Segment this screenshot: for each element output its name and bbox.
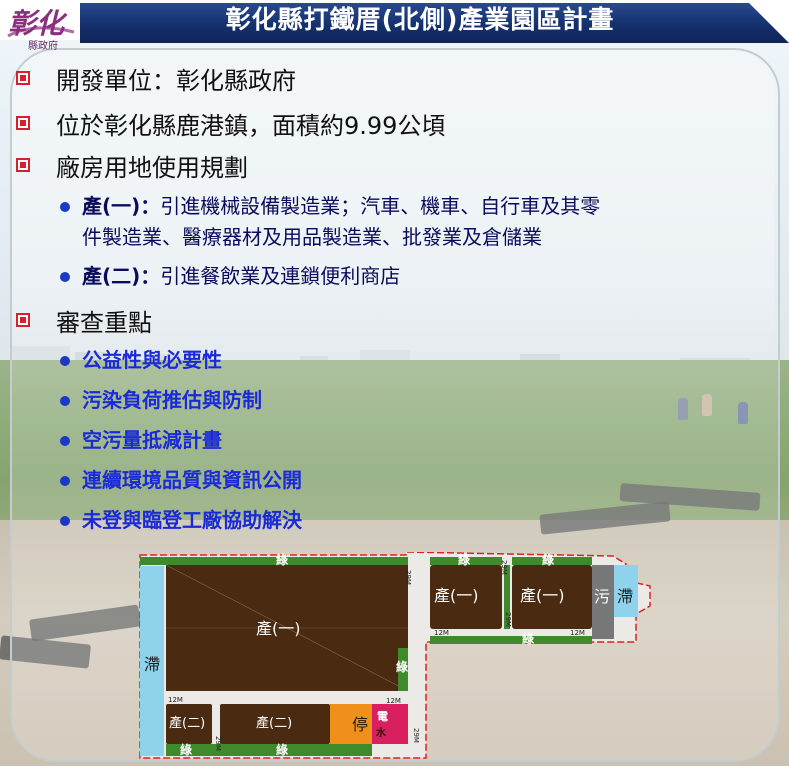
bullet-text: 位於彰化縣鹿港鎮，面積約9.99公頃 xyxy=(56,111,446,140)
map-zone-parking: 停 xyxy=(352,715,369,734)
bullet-text: 廠房用地使用規劃 xyxy=(56,153,248,182)
bullet-text: 審查重點 xyxy=(56,308,152,337)
map-zone-utility-top: 電 xyxy=(377,710,388,723)
zone-industry-1: 產(一)：引進機械設備製造業；汽車、機車、自行車及其零 件製造業、醫療器材及用品… xyxy=(60,191,760,253)
map-zone-detention-left: 滯 xyxy=(144,655,161,674)
sub-bullet-icon xyxy=(60,396,70,406)
zone-text: 產(二)：引進餐飲業及連鎖便利商店 xyxy=(82,261,400,292)
map-zone-industry-1-b: 產(一) xyxy=(520,586,565,605)
review-point: 公益性與必要性 xyxy=(60,345,560,376)
map-zone-industry-2-b: 產(二) xyxy=(256,716,293,731)
bullet-land-use: 廠房用地使用規劃 xyxy=(14,148,248,182)
county-logo: 彰化 縣政府 xyxy=(6,4,78,52)
review-point-text: 空污量抵減計畫 xyxy=(82,428,222,452)
land-use-map: 產(一) 產(一) 產(一) 產(二) 產(二) 停 電 水 污 滯 滯 綠 綠… xyxy=(138,552,658,760)
road-width-label: 29M xyxy=(214,736,222,751)
logo-subtitle: 縣政府 xyxy=(28,41,58,52)
zone-label: 產(一)： xyxy=(82,194,161,218)
title-bar-corner xyxy=(749,3,789,43)
review-point: 空污量抵減計畫 xyxy=(60,425,560,456)
map-zone-sewage: 污 xyxy=(594,587,611,606)
map-green-strip: 綠 xyxy=(276,743,289,757)
road-width-label: 29M xyxy=(404,570,412,585)
bullet-developer: 開發單位：彰化縣政府 xyxy=(14,61,296,95)
sub-bullet-icon xyxy=(60,356,70,366)
map-zone-utility-water: 水 xyxy=(376,728,386,739)
review-point-text: 污染負荷推估與防制 xyxy=(82,388,262,412)
zone-industry-2: 產(二)：引進餐飲業及連鎖便利商店 xyxy=(60,261,760,292)
road-width-label: 29M xyxy=(500,560,508,575)
review-point: 污染負荷推估與防制 xyxy=(60,385,560,416)
sub-bullet-icon xyxy=(60,516,70,526)
bullet-marker-icon xyxy=(16,71,30,85)
road-width-label: 29M xyxy=(504,612,512,627)
slide: 彰化縣打鐵厝(北側)產業園區計畫 彰化 縣政府 開發單位：彰化縣政府 位於彰化縣… xyxy=(0,0,789,766)
sub-bullet-icon xyxy=(60,436,70,446)
review-point: 連續環境品質與資訊公開 xyxy=(60,465,560,496)
map-zone-detention-right: 滯 xyxy=(617,587,634,606)
map-green-strip: 綠 xyxy=(542,553,555,567)
bullet-location: 位於彰化縣鹿港鎮，面積約9.99公頃 xyxy=(14,106,445,140)
land-use-map-drawing xyxy=(139,552,651,759)
map-green-strip: 綠 xyxy=(522,632,535,646)
map-green-strip: 綠 xyxy=(396,660,409,674)
sub-bullet-icon xyxy=(60,272,70,282)
zone-description-line2: 件製造業、醫療器材及用品製造業、批發業及倉儲業 xyxy=(82,225,542,249)
map-green-strip: 綠 xyxy=(458,553,471,567)
map-zone-industry-1-a: 產(一) xyxy=(434,586,479,605)
zone-text: 產(一)：引進機械設備製造業；汽車、機車、自行車及其零 xyxy=(82,191,600,222)
map-green-strip: 綠 xyxy=(180,743,193,757)
bullet-marker-icon xyxy=(16,158,30,172)
bullet-marker-icon xyxy=(16,313,30,327)
sub-bullet-icon xyxy=(60,476,70,486)
map-zone-industry-2-a: 產(二) xyxy=(169,716,206,731)
zone-description-line1: 引進機械設備製造業；汽車、機車、自行車及其零 xyxy=(160,194,601,218)
page-title: 彰化縣打鐵厝(北側)產業園區計畫 xyxy=(225,5,615,34)
review-point-text: 公益性與必要性 xyxy=(82,348,222,372)
zone-description: 引進餐飲業及連鎖便利商店 xyxy=(160,264,401,288)
road-width-label: 12M xyxy=(168,696,183,704)
zone-label: 產(二)： xyxy=(82,264,161,288)
map-green-strip: 綠 xyxy=(276,553,289,567)
review-point-text: 未登與臨登工廠協助解決 xyxy=(82,508,302,532)
road-width-label: 12M xyxy=(434,629,449,637)
logo-wordmark: 彰化 xyxy=(8,7,65,40)
road-width-label: 12M xyxy=(570,629,585,637)
sub-bullet-icon xyxy=(60,202,70,212)
review-point-text: 連續環境品質與資訊公開 xyxy=(82,468,302,492)
map-zone-industry-1-large: 產(一) xyxy=(256,619,301,638)
review-point: 未登與臨登工廠協助解決 xyxy=(60,505,560,536)
road-width-label: 12M xyxy=(386,697,401,705)
bullet-text: 開發單位：彰化縣政府 xyxy=(56,66,296,95)
bullet-review-points: 審查重點 xyxy=(14,303,152,337)
bullet-marker-icon xyxy=(16,116,30,130)
road-width-label: 29M xyxy=(412,728,420,743)
